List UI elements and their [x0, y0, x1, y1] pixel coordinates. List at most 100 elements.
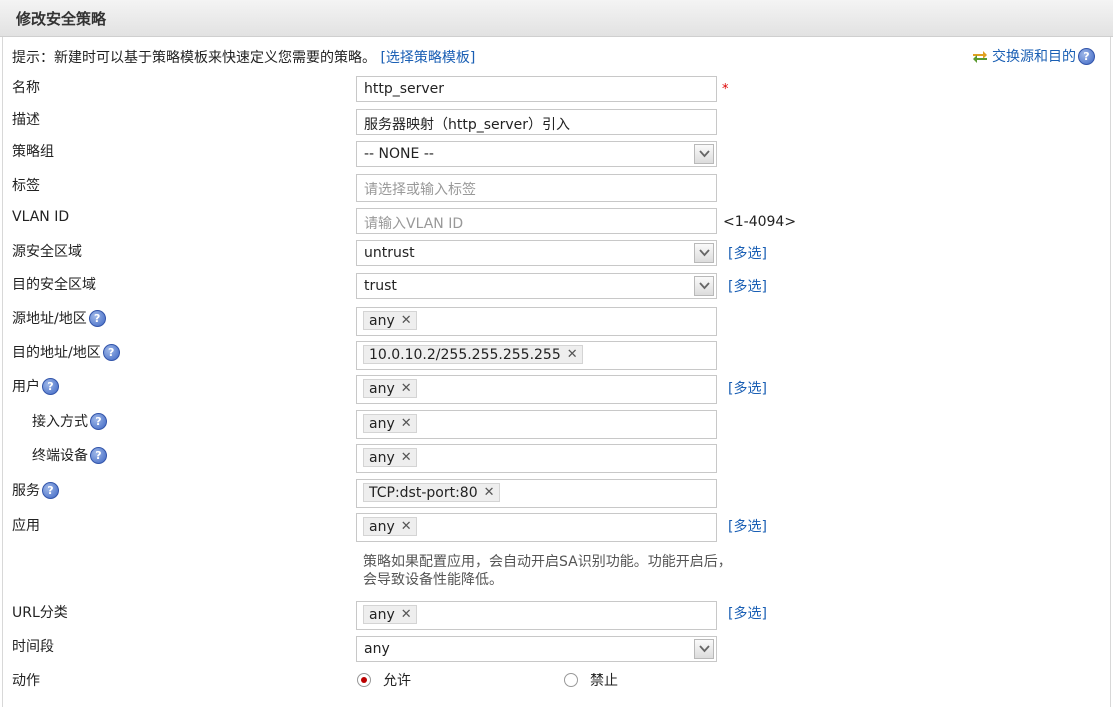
service-label-text: 服务 [12, 483, 40, 499]
tag-chip: any ✕ [363, 379, 417, 398]
tag-chip: any ✕ [363, 414, 417, 433]
app-note: 策略如果配置应用，会自动开启SA识别功能。功能开启后，会导致设备性能降低。 [363, 554, 732, 588]
deny-label: 禁止 [590, 673, 618, 689]
chevron-down-icon[interactable] [694, 276, 714, 296]
help-icon[interactable]: ? [42, 481, 59, 499]
tag-chip: any ✕ [363, 605, 417, 624]
access-label: 接入方式? [32, 411, 107, 431]
dst-zone-multi-link[interactable]: [多选] [728, 276, 767, 296]
dst-zone-value: trust [364, 278, 397, 294]
tag-placeholder: 请选择或输入标签 [364, 182, 476, 198]
help-icon[interactable]: ? [1078, 47, 1095, 65]
hint-text: 提示：新建时可以基于策略模板来快速定义您需要的策略。 [12, 50, 376, 66]
name-input[interactable]: http_server [356, 76, 717, 102]
chip-label: any [369, 449, 395, 466]
radio-selected-icon[interactable] [357, 673, 371, 687]
help-icon[interactable]: ? [90, 412, 107, 430]
close-icon[interactable]: ✕ [567, 346, 578, 364]
service-label: 服务? [12, 480, 59, 500]
close-icon[interactable]: ✕ [401, 449, 412, 467]
close-icon[interactable]: ✕ [401, 606, 412, 624]
chip-label: TCP:dst-port:80 [369, 484, 478, 501]
group-value: -- NONE -- [364, 146, 434, 162]
hint-line: 提示：新建时可以基于策略模板来快速定义您需要的策略。 [选择策略模板] [12, 47, 475, 67]
time-label: 时间段 [12, 639, 54, 655]
desc-label: 描述 [12, 112, 40, 128]
allow-label: 允许 [383, 673, 411, 689]
name-label: 名称 [12, 80, 40, 96]
app-label: 应用 [12, 518, 40, 534]
help-icon[interactable]: ? [102, 343, 120, 361]
time-select[interactable]: any [356, 636, 717, 662]
swap-label[interactable]: 交换源和目的 [992, 46, 1076, 66]
close-icon[interactable]: ✕ [401, 312, 412, 330]
chevron-down-icon[interactable] [694, 639, 714, 659]
window-title: 修改安全策略 [16, 10, 107, 28]
dst-zone-select[interactable]: trust [356, 273, 717, 299]
url-input[interactable]: any ✕ [356, 601, 717, 630]
swap-src-dst[interactable]: 交换源和目的 ? [971, 46, 1095, 66]
close-icon[interactable]: ✕ [484, 484, 495, 502]
chevron-down-icon[interactable] [694, 144, 714, 164]
help-icon[interactable]: ? [90, 446, 107, 464]
device-label-text: 终端设备 [32, 448, 88, 464]
chip-label: any [369, 312, 395, 329]
swap-icon [971, 48, 989, 64]
app-multi-link[interactable]: [多选] [728, 516, 767, 536]
close-icon[interactable]: ✕ [401, 518, 412, 536]
tag-input[interactable]: 请选择或输入标签 [356, 174, 717, 202]
user-label: 用户? [12, 376, 59, 396]
src-addr-input[interactable]: any ✕ [356, 307, 717, 336]
dst-addr-label-text: 目的地址/地区 [12, 345, 101, 361]
service-input[interactable]: TCP:dst-port:80 ✕ [356, 479, 717, 508]
access-label-text: 接入方式 [32, 414, 88, 430]
chip-label: any [369, 606, 395, 623]
help-icon[interactable]: ? [42, 377, 59, 395]
vlan-label: VLAN ID [12, 209, 70, 225]
dst-zone-label: 目的安全区域 [12, 277, 96, 293]
tag-chip: any ✕ [363, 517, 417, 536]
dst-addr-input[interactable]: 10.0.10.2/255.255.255.255 ✕ [356, 341, 717, 370]
app-input[interactable]: any ✕ [356, 513, 717, 542]
src-zone-multi-link[interactable]: [多选] [728, 243, 767, 263]
tag-chip: 10.0.10.2/255.255.255.255 ✕ [363, 345, 583, 364]
chevron-down-icon[interactable] [694, 243, 714, 263]
src-zone-select[interactable]: untrust [356, 240, 717, 266]
title-bar: 修改安全策略 [0, 0, 1113, 37]
src-zone-value: untrust [364, 245, 415, 261]
user-label-text: 用户 [12, 379, 40, 395]
chip-label: any [369, 380, 395, 397]
desc-value: 服务器映射（http_server）引入 [364, 117, 571, 133]
action-allow-radio[interactable]: 允许 [357, 670, 411, 690]
device-label: 终端设备? [32, 445, 107, 465]
url-multi-link[interactable]: [多选] [728, 603, 767, 623]
tag-chip: any ✕ [363, 448, 417, 467]
device-input[interactable]: any ✕ [356, 444, 717, 473]
close-icon[interactable]: ✕ [401, 415, 412, 433]
tag-chip: TCP:dst-port:80 ✕ [363, 483, 500, 502]
user-multi-link[interactable]: [多选] [728, 378, 767, 398]
select-template-link[interactable]: [选择策略模板] [380, 50, 475, 66]
desc-input[interactable]: 服务器映射（http_server）引入 [356, 109, 717, 135]
src-addr-label: 源地址/地区? [12, 308, 106, 328]
group-label: 策略组 [12, 144, 54, 160]
tag-label: 标签 [12, 178, 40, 194]
chip-label: any [369, 518, 395, 535]
chip-label: 10.0.10.2/255.255.255.255 [369, 346, 561, 363]
src-addr-label-text: 源地址/地区 [12, 311, 87, 327]
action-deny-radio[interactable]: 禁止 [564, 670, 618, 690]
close-icon[interactable]: ✕ [401, 380, 412, 398]
group-select[interactable]: -- NONE -- [356, 141, 717, 167]
help-icon[interactable]: ? [88, 309, 106, 327]
name-value: http_server [364, 81, 445, 97]
tag-chip: any ✕ [363, 311, 417, 330]
dst-addr-label: 目的地址/地区? [12, 342, 120, 362]
radio-icon[interactable] [564, 673, 578, 687]
user-input[interactable]: any ✕ [356, 375, 717, 404]
time-value: any [364, 641, 390, 657]
action-label: 动作 [12, 673, 40, 689]
access-input[interactable]: any ✕ [356, 410, 717, 439]
url-label: URL分类 [12, 605, 68, 621]
src-zone-label: 源安全区域 [12, 244, 82, 260]
vlan-input[interactable]: 请输入VLAN ID [356, 208, 717, 234]
